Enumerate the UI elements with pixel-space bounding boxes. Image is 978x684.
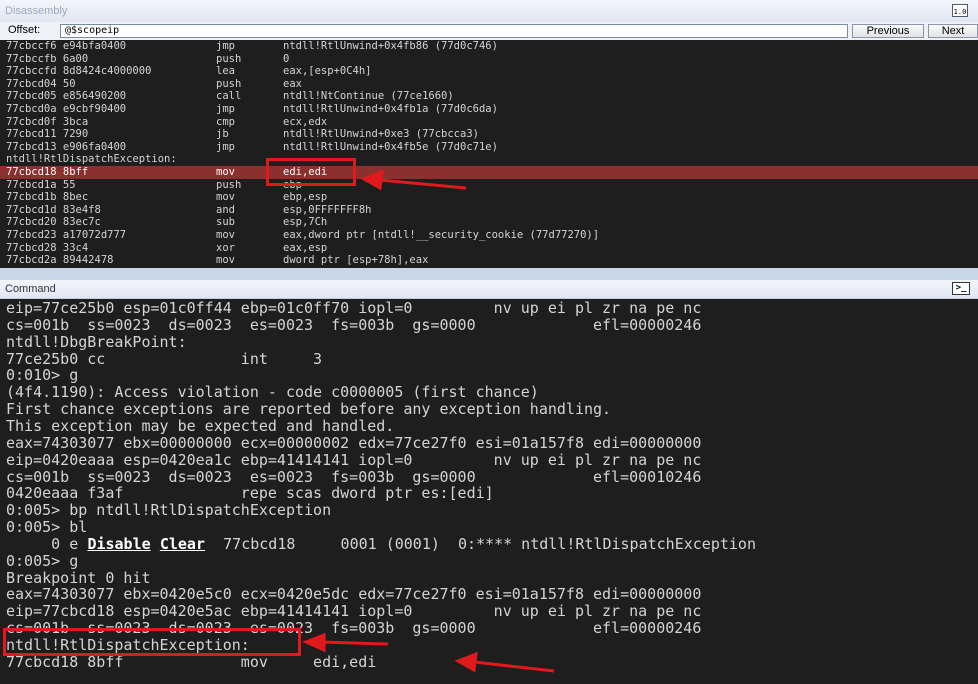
arrow-cmd-bottom-head <box>454 651 478 673</box>
arrow-cmd-top-line <box>321 640 389 646</box>
arrow-disasm-head <box>360 169 384 191</box>
arrow-disasm-line <box>379 178 467 190</box>
annotation-arrows <box>302 169 555 673</box>
arrow-cmd-bottom-line <box>473 660 555 673</box>
arrow-cmd-top-head <box>302 632 326 653</box>
